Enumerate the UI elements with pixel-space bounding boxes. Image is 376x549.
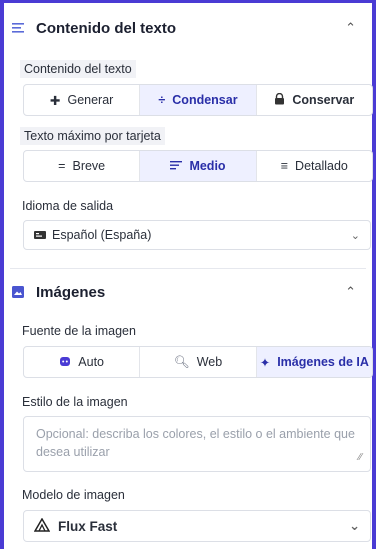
chevron-down-icon: ⌄	[350, 229, 360, 242]
chevron-down-icon: ⌄	[349, 518, 360, 533]
language-label: Idioma de salida	[22, 199, 114, 213]
lines-detailed-icon: ≡	[280, 159, 289, 173]
language-select[interactable]: Español (España) ⌄	[23, 220, 371, 250]
image-model-label: Modelo de imagen	[22, 488, 125, 502]
sparkle-icon: ✦	[259, 355, 271, 370]
option-auto[interactable]: Auto	[24, 347, 141, 377]
image-style-label: Estilo de la imagen	[22, 395, 128, 409]
option-conservar[interactable]: Conservar	[257, 85, 372, 115]
robot-icon	[59, 355, 71, 370]
content-label: Contenido del texto	[20, 60, 136, 78]
image-model-value: Flux Fast	[58, 518, 118, 534]
max-text-label: Texto máximo por tarjeta	[20, 127, 165, 145]
language-value: Español (España)	[52, 228, 152, 242]
image-style-placeholder: Opcional: describa los colores, el estil…	[36, 427, 355, 459]
option-web[interactable]: 🔍︎ Web	[140, 347, 257, 377]
option-generar[interactable]: ✚ Generar	[24, 85, 141, 115]
resize-handle-icon[interactable]: ∕∕	[359, 449, 362, 467]
image-source-segmented[interactable]: Auto 🔍︎ Web ✦ Imágenes de IA	[23, 346, 373, 378]
lock-icon	[274, 92, 285, 108]
content-mode-segmented[interactable]: ✚ Generar ÷ Condensar Conservar	[23, 84, 373, 116]
image-source-label: Fuente de la imagen	[22, 324, 136, 338]
images-section-title: Imágenes	[36, 283, 106, 301]
divide-icon: ÷	[158, 93, 166, 107]
option-medio[interactable]: Medio	[140, 151, 257, 181]
text-section-title: Contenido del texto	[36, 19, 176, 37]
lines-medium-icon	[170, 159, 183, 173]
option-ai-images[interactable]: ✦ Imágenes de IA	[256, 347, 372, 377]
chevron-up-icon[interactable]: ⌃	[345, 20, 356, 36]
image-model-select[interactable]: Flux Fast ⌄	[23, 510, 371, 542]
plus-icon: ✚	[49, 93, 61, 108]
images-section-header[interactable]: Imágenes ⌃	[10, 280, 366, 304]
language-flag-icon	[34, 228, 46, 242]
lines-short-icon: =	[58, 159, 66, 173]
max-text-segmented[interactable]: = Breve Medio ≡ Detallado	[23, 150, 373, 182]
text-section-header[interactable]: Contenido del texto ⌃	[10, 16, 366, 40]
option-condensar[interactable]: ÷ Condensar	[140, 85, 257, 115]
chevron-up-icon[interactable]: ⌃	[345, 284, 356, 300]
section-divider	[10, 268, 366, 269]
flux-logo-icon	[33, 517, 51, 535]
text-align-icon	[10, 20, 26, 36]
option-detallado[interactable]: ≡ Detallado	[257, 151, 372, 181]
image-icon	[10, 284, 26, 300]
image-style-textarea[interactable]: Opcional: describa los colores, el estil…	[23, 416, 371, 472]
option-breve[interactable]: = Breve	[24, 151, 141, 181]
search-icon: 🔍︎	[173, 354, 190, 369]
